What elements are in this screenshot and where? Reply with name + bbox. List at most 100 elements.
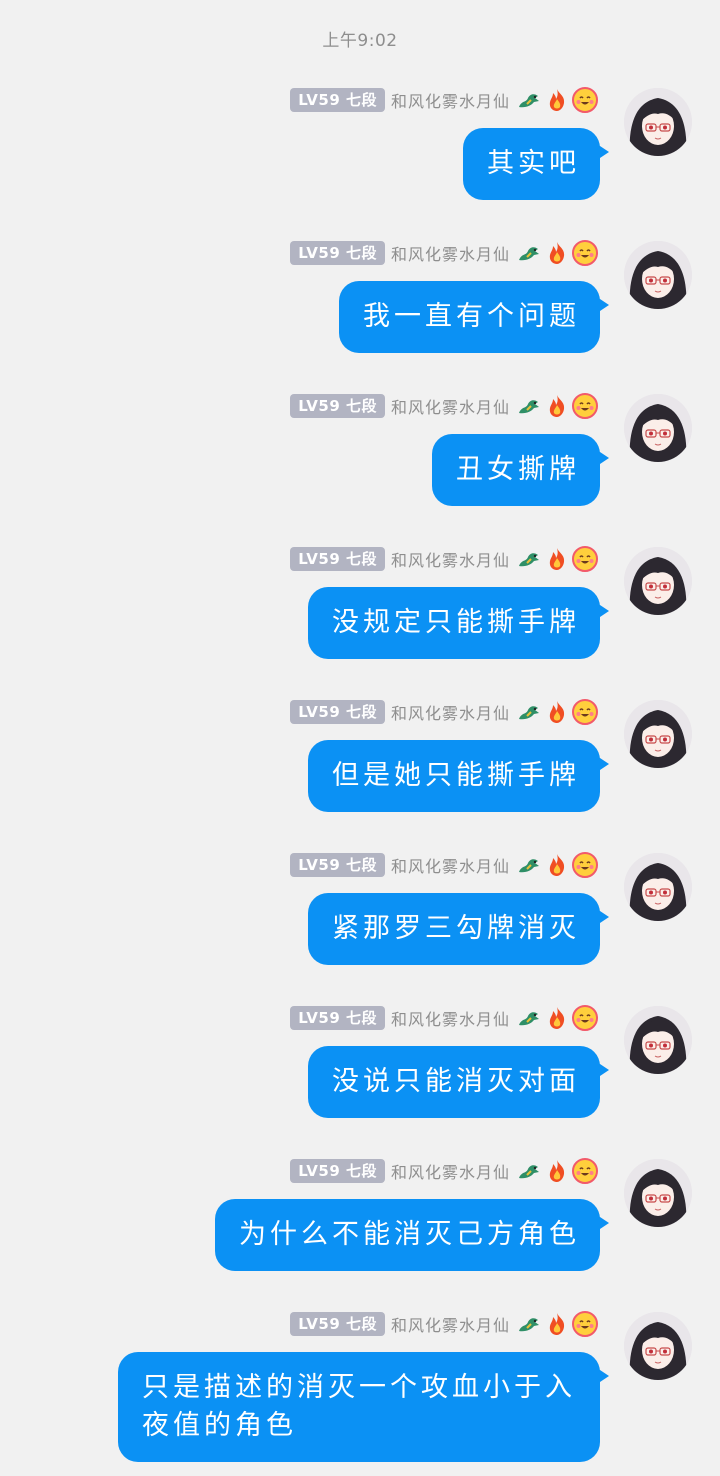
message-bubble[interactable]: 没规定只能撕手牌 bbox=[308, 587, 609, 659]
badge-row bbox=[516, 240, 598, 266]
level-badge: LV59 七段 bbox=[290, 547, 385, 571]
blush-smiley-icon bbox=[572, 546, 598, 572]
sender-nickname[interactable]: 和风化雾水月仙 bbox=[391, 241, 510, 265]
chat-message: LV59 七段 和风化雾水月仙 其实吧 bbox=[0, 82, 720, 235]
message-bubble-wrap: 丑女撕牌 bbox=[432, 434, 609, 506]
level-badge: LV59 七段 bbox=[290, 1159, 385, 1183]
message-timestamp: 上午9:02 bbox=[322, 31, 398, 51]
dragon-icon bbox=[516, 546, 542, 572]
chat-message: LV59 七段 和风化雾水月仙 为什么不能消灭己方角色 bbox=[0, 1153, 720, 1306]
level-badge: LV59 七段 bbox=[290, 700, 385, 724]
chat-message: LV59 七段 和风化雾水月仙 丑女撕牌 bbox=[0, 388, 720, 541]
dragon-icon bbox=[516, 1005, 542, 1031]
sender-avatar[interactable] bbox=[624, 547, 692, 615]
dragon-icon bbox=[516, 87, 542, 113]
chat-message-list[interactable]: LV59 七段 和风化雾水月仙 其实吧 LV59 七段 和风化雾水月仙 我一直有… bbox=[0, 82, 720, 1476]
chat-message: LV59 七段 和风化雾水月仙 没规定只能撕手牌 bbox=[0, 541, 720, 694]
level-badge: LV59 七段 bbox=[290, 88, 385, 112]
badge-row bbox=[516, 546, 598, 572]
dragon-icon bbox=[516, 393, 542, 419]
message-bubble-wrap: 紧那罗三勾牌消灭 bbox=[308, 893, 609, 965]
sender-avatar[interactable] bbox=[624, 1159, 692, 1227]
sender-nickname[interactable]: 和风化雾水月仙 bbox=[391, 700, 510, 724]
fire-icon bbox=[544, 1311, 570, 1337]
blush-smiley-icon bbox=[572, 1311, 598, 1337]
level-badge: LV59 七段 bbox=[290, 394, 385, 418]
sender-avatar[interactable] bbox=[624, 853, 692, 921]
sender-meta: LV59 七段 和风化雾水月仙 bbox=[290, 239, 598, 267]
sender-avatar[interactable] bbox=[624, 88, 692, 156]
sender-meta: LV59 七段 和风化雾水月仙 bbox=[290, 86, 598, 114]
message-bubble-wrap: 只是描述的消灭一个攻血小于入夜值的角色 bbox=[118, 1352, 609, 1462]
fire-icon bbox=[544, 546, 570, 572]
sender-meta: LV59 七段 和风化雾水月仙 bbox=[290, 1157, 598, 1185]
message-bubble-wrap: 没规定只能撕手牌 bbox=[308, 587, 609, 659]
chat-message: LV59 七段 和风化雾水月仙 但是她只能撕手牌 bbox=[0, 694, 720, 847]
chat-message: LV59 七段 和风化雾水月仙 没说只能消灭对面 bbox=[0, 1000, 720, 1153]
dragon-icon bbox=[516, 852, 542, 878]
badge-row bbox=[516, 1311, 598, 1337]
sender-meta: LV59 七段 和风化雾水月仙 bbox=[290, 1004, 598, 1032]
message-bubble[interactable]: 为什么不能消灭己方角色 bbox=[215, 1199, 609, 1271]
badge-row bbox=[516, 852, 598, 878]
sender-nickname[interactable]: 和风化雾水月仙 bbox=[391, 547, 510, 571]
sender-nickname[interactable]: 和风化雾水月仙 bbox=[391, 853, 510, 877]
sender-nickname[interactable]: 和风化雾水月仙 bbox=[391, 394, 510, 418]
message-bubble[interactable]: 丑女撕牌 bbox=[432, 434, 609, 506]
sender-avatar[interactable] bbox=[624, 394, 692, 462]
dragon-icon bbox=[516, 1311, 542, 1337]
level-badge: LV59 七段 bbox=[290, 1312, 385, 1336]
sender-avatar[interactable] bbox=[624, 1006, 692, 1074]
level-badge: LV59 七段 bbox=[290, 1006, 385, 1030]
message-bubble[interactable]: 但是她只能撕手牌 bbox=[308, 740, 609, 812]
message-bubble[interactable]: 没说只能消灭对面 bbox=[308, 1046, 609, 1118]
sender-meta: LV59 七段 和风化雾水月仙 bbox=[290, 545, 598, 573]
message-bubble[interactable]: 只是描述的消灭一个攻血小于入夜值的角色 bbox=[118, 1352, 609, 1462]
message-bubble[interactable]: 紧那罗三勾牌消灭 bbox=[308, 893, 609, 965]
blush-smiley-icon bbox=[572, 87, 598, 113]
badge-row bbox=[516, 87, 598, 113]
message-bubble[interactable]: 其实吧 bbox=[463, 128, 609, 200]
blush-smiley-icon bbox=[572, 393, 598, 419]
sender-avatar[interactable] bbox=[624, 700, 692, 768]
badge-row bbox=[516, 699, 598, 725]
fire-icon bbox=[544, 393, 570, 419]
sender-nickname[interactable]: 和风化雾水月仙 bbox=[391, 1312, 510, 1336]
fire-icon bbox=[544, 852, 570, 878]
sender-meta: LV59 七段 和风化雾水月仙 bbox=[290, 851, 598, 879]
sender-nickname[interactable]: 和风化雾水月仙 bbox=[391, 88, 510, 112]
message-bubble-wrap: 没说只能消灭对面 bbox=[308, 1046, 609, 1118]
message-bubble[interactable]: 我一直有个问题 bbox=[339, 281, 609, 353]
chat-message: LV59 七段 和风化雾水月仙 紧那罗三勾牌消灭 bbox=[0, 847, 720, 1000]
badge-row bbox=[516, 393, 598, 419]
fire-icon bbox=[544, 1005, 570, 1031]
message-bubble-wrap: 为什么不能消灭己方角色 bbox=[215, 1199, 609, 1271]
sender-meta: LV59 七段 和风化雾水月仙 bbox=[290, 1310, 598, 1338]
sender-meta: LV59 七段 和风化雾水月仙 bbox=[290, 698, 598, 726]
fire-icon bbox=[544, 240, 570, 266]
blush-smiley-icon bbox=[572, 1158, 598, 1184]
sender-meta: LV59 七段 和风化雾水月仙 bbox=[290, 392, 598, 420]
level-badge: LV59 七段 bbox=[290, 853, 385, 877]
sender-nickname[interactable]: 和风化雾水月仙 bbox=[391, 1159, 510, 1183]
chat-message: LV59 七段 和风化雾水月仙 只是描述的消灭一个攻血小于入夜值的角色 bbox=[0, 1306, 720, 1476]
dragon-icon bbox=[516, 1158, 542, 1184]
badge-row bbox=[516, 1158, 598, 1184]
blush-smiley-icon bbox=[572, 1005, 598, 1031]
dragon-icon bbox=[516, 699, 542, 725]
blush-smiley-icon bbox=[572, 240, 598, 266]
blush-smiley-icon bbox=[572, 852, 598, 878]
message-bubble-wrap: 但是她只能撕手牌 bbox=[308, 740, 609, 812]
badge-row bbox=[516, 1005, 598, 1031]
chat-message: LV59 七段 和风化雾水月仙 我一直有个问题 bbox=[0, 235, 720, 388]
fire-icon bbox=[544, 699, 570, 725]
sender-nickname[interactable]: 和风化雾水月仙 bbox=[391, 1006, 510, 1030]
level-badge: LV59 七段 bbox=[290, 241, 385, 265]
sender-avatar[interactable] bbox=[624, 241, 692, 309]
blush-smiley-icon bbox=[572, 699, 598, 725]
sender-avatar[interactable] bbox=[624, 1312, 692, 1380]
message-bubble-wrap: 其实吧 bbox=[463, 128, 609, 200]
dragon-icon bbox=[516, 240, 542, 266]
message-bubble-wrap: 我一直有个问题 bbox=[339, 281, 609, 353]
fire-icon bbox=[544, 1158, 570, 1184]
